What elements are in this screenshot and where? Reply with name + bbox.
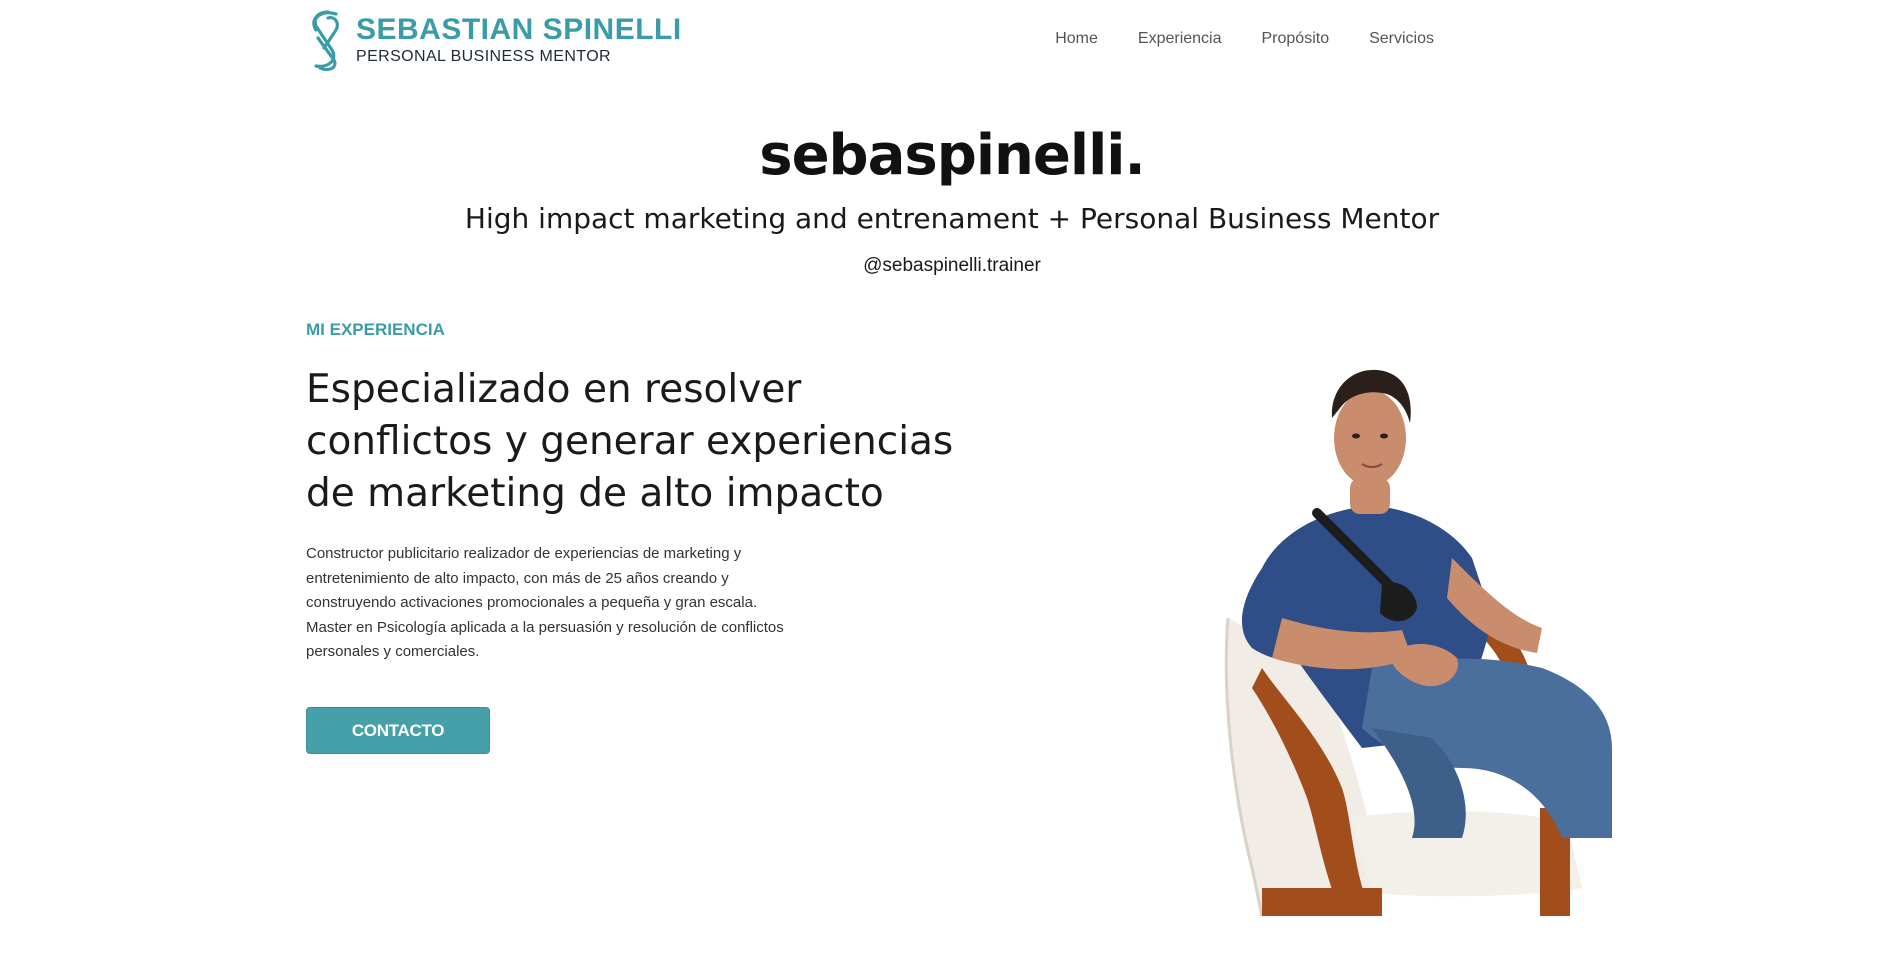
- social-handle: @sebaspinelli.trainer: [863, 255, 1041, 276]
- brand-name: SEBASTIAN SPINELLI: [356, 13, 682, 46]
- section-body: Constructor publicitario realizador de e…: [306, 545, 784, 660]
- nav-servicios[interactable]: Servicios: [1369, 30, 1434, 48]
- hero: sebaspinelli. High impact marketing and …: [0, 120, 1904, 278]
- brand-tagline: PERSONAL BUSINESS MENTOR: [356, 48, 611, 65]
- page: SEBASTIAN SPINELLI PERSONAL BUSINESS MEN…: [0, 0, 1904, 965]
- section-heading: Especializado en resolver conflictos y g…: [306, 367, 954, 516]
- profile-photo: [1224, 369, 1612, 916]
- nav-experiencia[interactable]: Experiencia: [1138, 30, 1222, 48]
- nav-home[interactable]: Home: [1055, 30, 1098, 48]
- hero-subtitle: High impact marketing and entrenament + …: [464, 202, 1440, 235]
- site-header: SEBASTIAN SPINELLI PERSONAL BUSINESS MEN…: [304, 8, 1434, 72]
- nav-proposito[interactable]: Propósito: [1262, 30, 1330, 48]
- main-nav: Home Experiencia Propósito Servicios: [1055, 30, 1434, 48]
- section-label: MI EXPERIENCIA: [306, 320, 445, 339]
- logo-s-icon: [312, 10, 339, 72]
- hero-title: sebaspinelli.: [759, 123, 1146, 188]
- contact-button[interactable]: CONTACTO: [306, 706, 490, 754]
- brand-logo[interactable]: SEBASTIAN SPINELLI PERSONAL BUSINESS MEN…: [304, 8, 682, 72]
- logo-text: SEBASTIAN SPINELLI PERSONAL BUSINESS MEN…: [356, 14, 682, 66]
- experience-section: MI EXPERIENCIA Especializado en resolver…: [306, 318, 956, 754]
